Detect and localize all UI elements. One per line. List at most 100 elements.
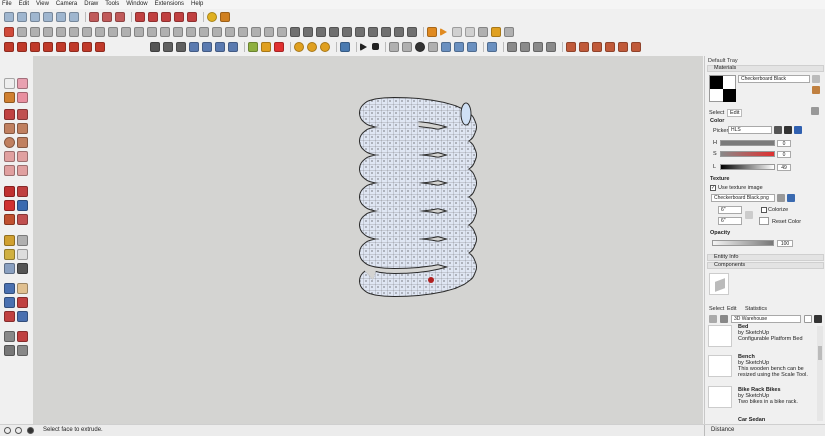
warehouse-icon[interactable] [207,11,217,22]
browse-texture-icon[interactable] [777,194,785,202]
pin-icon[interactable] [478,26,488,37]
spiral-icon[interactable] [186,26,196,37]
freehand-icon[interactable] [4,26,14,37]
navigation-icon[interactable] [720,315,728,323]
orange-tool-icon[interactable] [427,26,437,37]
xray-icon[interactable] [89,11,99,22]
diamond-icon[interactable] [428,41,438,52]
eraser-icon[interactable] [17,92,28,103]
car-icon[interactable] [176,41,186,52]
previous-view-icon[interactable] [17,311,28,322]
user-icon[interactable] [27,427,34,434]
pie-tool-icon[interactable] [17,165,28,176]
select-tool-icon[interactable] [4,78,15,89]
helix-model[interactable] [33,56,703,424]
texture-height-field[interactable]: 6" [718,217,742,225]
lightness-slider[interactable] [720,164,775,170]
render-4-icon[interactable] [605,41,615,52]
front-view-icon[interactable] [30,11,40,22]
iso-view-icon[interactable] [4,11,14,22]
material-name-field[interactable]: Checkerboard Black [738,75,810,83]
ext-5-icon[interactable] [56,41,66,52]
menu-help[interactable]: Help [191,0,203,9]
follow-me-tool-icon[interactable] [17,200,28,211]
lightness-value[interactable]: 49 [777,164,791,171]
panel-icon[interactable] [303,26,313,37]
lock-aspect-icon[interactable] [745,211,753,219]
ball-3-icon[interactable] [320,41,330,52]
axis-2-icon[interactable] [520,41,530,52]
left-view-icon[interactable] [69,11,79,22]
polygon-tool-icon[interactable] [17,137,28,148]
animation-play-icon[interactable] [360,42,367,51]
tab-select-materials[interactable]: Select [709,110,724,116]
flag-icon[interactable] [394,26,404,37]
bike-rack-thumbnail[interactable] [708,386,732,408]
ball-1-icon[interactable] [294,41,304,52]
menu-extensions[interactable]: Extensions [155,0,184,9]
extrude-icon[interactable] [251,26,261,37]
home-icon[interactable] [504,26,514,37]
look-around-icon[interactable] [17,331,28,342]
shield-icon[interactable] [248,41,258,52]
line-icon[interactable] [17,26,27,37]
tab-select-components[interactable]: Select [709,306,724,312]
camera-icon[interactable] [150,41,160,52]
materials-section-header[interactable]: Materials [707,65,824,72]
menu-draw[interactable]: Draw [84,0,98,9]
arc-3pt-icon[interactable] [225,26,235,37]
monochrome-icon[interactable] [161,11,171,22]
circle-tool-icon[interactable] [4,137,15,148]
axis-4-icon[interactable] [546,41,556,52]
top-view-icon[interactable] [17,11,27,22]
mesh-icon[interactable] [355,26,365,37]
ext-8-icon[interactable] [95,41,105,52]
menu-view[interactable]: View [36,0,49,9]
ext-2-icon[interactable] [17,41,27,52]
color-swatch-icon[interactable] [774,126,782,134]
menu-edit[interactable]: Edit [19,0,29,9]
section-fill-icon[interactable] [17,345,28,356]
modeling-viewport[interactable] [33,56,703,424]
polygon-icon[interactable] [56,26,66,37]
shape-icon[interactable] [264,26,274,37]
components-scrollbar[interactable] [817,326,823,421]
reset-color-label[interactable]: Reset Color [772,219,801,225]
create-material-icon[interactable] [812,75,820,83]
polyline-icon[interactable] [160,26,170,37]
offset-tool-icon[interactable] [17,214,28,225]
scale-tool-icon[interactable] [4,214,15,225]
helix-icon[interactable] [173,26,183,37]
grid-icon[interactable] [342,26,352,37]
details-icon[interactable] [709,315,717,323]
animation-stop-icon[interactable] [372,43,379,50]
geolocation-icon[interactable] [4,427,11,434]
match-screen-color-icon[interactable] [794,126,802,134]
hue-value[interactable]: 0 [777,140,791,147]
shaded-texture-icon[interactable] [148,11,158,22]
freehand-tool-icon[interactable] [17,109,28,120]
use-texture-checkbox[interactable]: ✓ [710,185,716,191]
extension-warehouse-icon[interactable] [220,11,230,22]
dimension-tool-icon[interactable] [17,235,28,246]
three-point-arc-icon[interactable] [4,165,15,176]
circle-icon[interactable] [69,26,79,37]
line-tool-icon[interactable] [4,109,15,120]
paint-icon[interactable] [812,86,820,94]
component-name-car-sedan[interactable]: Car Sedan [738,417,765,423]
group-icon[interactable] [381,26,391,37]
arc-icon[interactable] [30,26,40,37]
balloon-icon[interactable] [274,41,284,52]
entity-info-section-header[interactable]: Entity Info [707,254,824,261]
stop-record-icon[interactable] [452,26,462,37]
hidden-line-icon[interactable] [115,11,125,22]
tape-measure-icon[interactable] [4,235,15,246]
ext-7-icon[interactable] [82,41,92,52]
ext-6-icon[interactable] [69,41,79,52]
bezier-icon[interactable] [134,26,144,37]
gear-icon[interactable] [415,41,425,52]
bricks-icon[interactable] [202,41,212,52]
tab-edit-materials[interactable]: Edit [727,109,743,117]
components-section-header[interactable]: Components [707,262,824,269]
rotated-rectangle-icon[interactable] [17,123,28,134]
